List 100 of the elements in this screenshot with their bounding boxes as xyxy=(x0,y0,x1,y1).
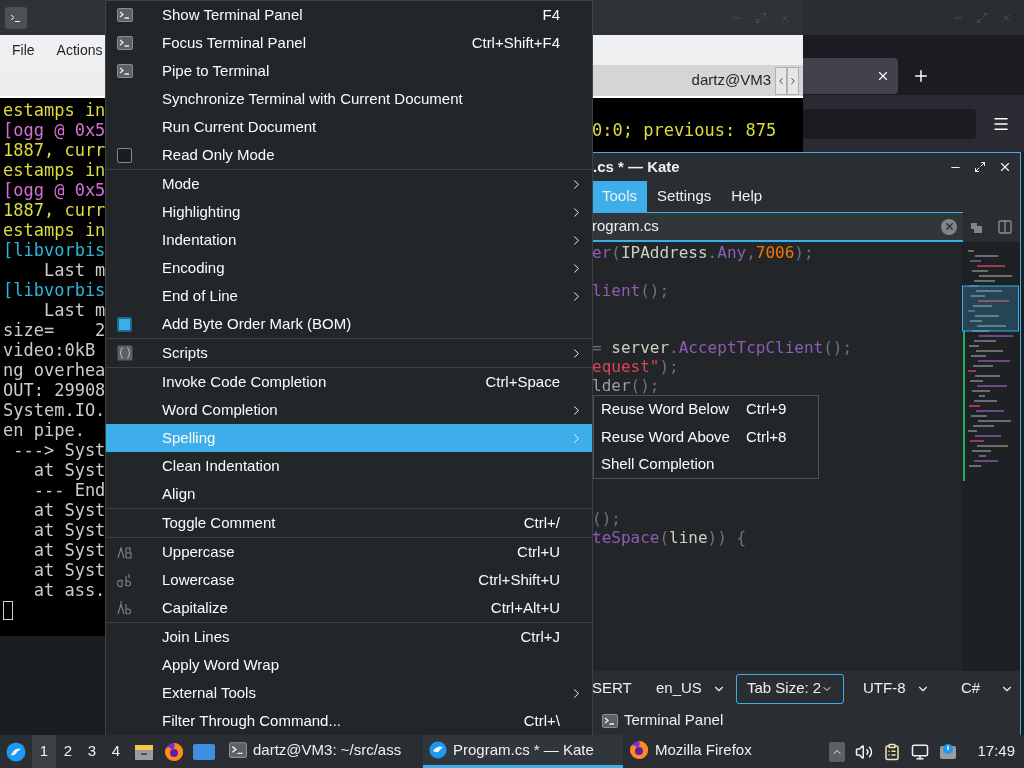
menu-item[interactable]: File xyxy=(12,39,35,61)
encoding-dropdown[interactable]: UTF-8 xyxy=(863,677,941,700)
terminal-icon xyxy=(117,63,133,79)
split-view-icon[interactable] xyxy=(997,219,1014,235)
task-button[interactable]: Program.cs * — Kate xyxy=(423,735,623,768)
document-tab[interactable]: rogram.cs xyxy=(592,212,963,242)
terminal-line: Last m xyxy=(42,300,106,320)
app-icon xyxy=(5,6,27,29)
terminal-line: estamps in xyxy=(3,220,106,240)
menu-item[interactable]: Settings xyxy=(647,181,722,212)
notification-icon[interactable] xyxy=(939,742,958,761)
menu-item[interactable]: Word Completion xyxy=(106,396,592,424)
menu-item[interactable]: Run Current Document xyxy=(106,113,592,141)
input-mode: SERT xyxy=(592,678,633,699)
menu-item[interactable]: Join Lines Ctrl+J xyxy=(106,623,592,651)
terminal-line: at Syst xyxy=(32,500,106,520)
new-tab-icon[interactable] xyxy=(912,67,930,85)
terminal-line: en pipe. xyxy=(3,420,85,440)
menu-item[interactable]: Actions xyxy=(56,39,103,61)
terminal-icon xyxy=(602,712,618,729)
maximize-icon[interactable] xyxy=(974,161,986,173)
document-icon[interactable] xyxy=(969,220,984,234)
menu-item[interactable]: Clean Indentation xyxy=(106,452,592,480)
terminal-line: 0:0; previous: 875 xyxy=(592,120,777,140)
close-icon[interactable] xyxy=(876,69,890,83)
speaker-icon[interactable] xyxy=(855,742,874,761)
menu-item[interactable]: Synchronize Terminal with Current Document xyxy=(106,85,592,113)
menu-item[interactable]: Uppercase Ctrl+U xyxy=(106,538,592,566)
desktop-pager[interactable]: 4 xyxy=(104,735,128,768)
menu-item[interactable]: Apply Word Wrap xyxy=(106,651,592,679)
terminal-line: [ogg @ 0x5 xyxy=(3,180,106,200)
menu-item[interactable]: Highlighting xyxy=(106,198,592,226)
menu-item[interactable]: Align xyxy=(106,480,592,508)
terminal-line: estamps in xyxy=(3,100,106,120)
text-cursor xyxy=(3,601,13,620)
code-line: er(IPAddress.Any,7006); xyxy=(592,243,814,262)
desktop-pager[interactable]: 3 xyxy=(80,735,104,768)
menu-item[interactable]: Lowercase Ctrl+Shift+U xyxy=(106,566,592,594)
code-line: teSpace(line)) { xyxy=(592,528,747,547)
desktop-pager[interactable]: 2 xyxy=(56,735,80,768)
fox-globe-icon xyxy=(629,740,649,760)
network-icon[interactable] xyxy=(911,742,930,761)
chevron-right-icon xyxy=(788,75,798,86)
terminal-line: Last m xyxy=(42,260,106,280)
tab-size-dropdown[interactable]: Tab Size: 2 xyxy=(736,673,844,704)
terminal-line: 1887, curr xyxy=(3,140,106,160)
menu-item[interactable]: Pipe to Terminal xyxy=(106,57,592,85)
terminal-line: estamps in xyxy=(3,160,106,180)
terminal-icon xyxy=(117,7,133,23)
language-dropdown[interactable]: C# xyxy=(961,677,1020,700)
dictionary-dropdown[interactable]: en_US xyxy=(656,677,736,700)
clock: 17:49 xyxy=(977,741,1015,762)
menu-item[interactable]: Show Terminal Panel F4 xyxy=(106,1,592,29)
checkbox[interactable] xyxy=(117,147,132,163)
menu-item[interactable]: Indentation xyxy=(106,226,592,254)
braces-icon xyxy=(117,345,133,361)
text-case-icon xyxy=(117,544,133,560)
tab[interactable]: dartz@VM3 xyxy=(691,69,775,92)
terminal-line: System.IO. xyxy=(3,400,106,420)
window-icon[interactable] xyxy=(193,742,215,761)
menu-item[interactable]: Help xyxy=(721,181,773,212)
menu-item[interactable]: Encoding xyxy=(106,254,592,282)
menu-item[interactable]: Shell Completion xyxy=(594,450,818,478)
menu-item[interactable]: External Tools xyxy=(106,679,592,707)
task-button[interactable]: Mozilla Firefox xyxy=(623,735,823,768)
terminal-line: at Syst xyxy=(32,560,106,580)
terminal-panel-button[interactable]: Terminal Panel xyxy=(602,709,724,732)
terminal-line: at Syst xyxy=(32,540,106,560)
menu-item[interactable]: Capitalize Ctrl+Alt+U xyxy=(106,594,592,622)
menu-item[interactable]: Reuse Word Above Ctrl+8 xyxy=(594,423,818,451)
close-icon[interactable] xyxy=(998,160,1012,174)
clipboard-icon[interactable] xyxy=(883,742,902,761)
menu-item[interactable]: Add Byte Order Mark (BOM) xyxy=(106,310,592,338)
menu-item[interactable]: Toggle Comment Ctrl+/ xyxy=(106,509,592,537)
tray-expand-button[interactable] xyxy=(829,741,846,762)
menu-item[interactable]: Focus Terminal Panel Ctrl+Shift+F4 xyxy=(106,29,592,57)
menu-item[interactable]: Reuse Word Below Ctrl+9 xyxy=(594,396,818,424)
task-button[interactable]: dartz@VM3: ~/src/ass xyxy=(223,735,423,768)
menu-item[interactable]: Read Only Mode xyxy=(106,141,592,169)
terminal-icon xyxy=(117,35,133,51)
code-line: = server.AcceptTcpClient(); xyxy=(592,338,853,357)
terminal-line: --- End xyxy=(32,480,106,500)
terminal-line: size= 2 xyxy=(3,320,106,340)
terminal-line: OUT: 29908 xyxy=(3,380,106,400)
launcher-icon[interactable] xyxy=(6,741,26,762)
terminal-line: ---> Syst xyxy=(12,440,106,460)
window-title: .cs * — Kate xyxy=(593,156,680,177)
terminal-line: [libvorbis xyxy=(3,280,106,300)
fox-globe-icon xyxy=(164,741,184,762)
terminal-line: [ogg @ 0x5 xyxy=(3,120,106,140)
menu-item[interactable]: Mode xyxy=(106,170,592,198)
address-field[interactable] xyxy=(803,108,976,139)
menu-item[interactable]: Scripts xyxy=(106,339,592,367)
terminal-line: at Syst xyxy=(32,460,106,480)
code-line: (); xyxy=(592,509,621,528)
desktop-pager[interactable]: 1 xyxy=(32,735,56,768)
checkbox[interactable] xyxy=(117,316,132,332)
menu-item[interactable]: Invoke Code Completion Ctrl+Space xyxy=(106,368,592,396)
menu-item[interactable]: Filter Through Command... Ctrl+\ xyxy=(106,707,592,735)
menu-item[interactable]: End of Line xyxy=(106,282,592,310)
